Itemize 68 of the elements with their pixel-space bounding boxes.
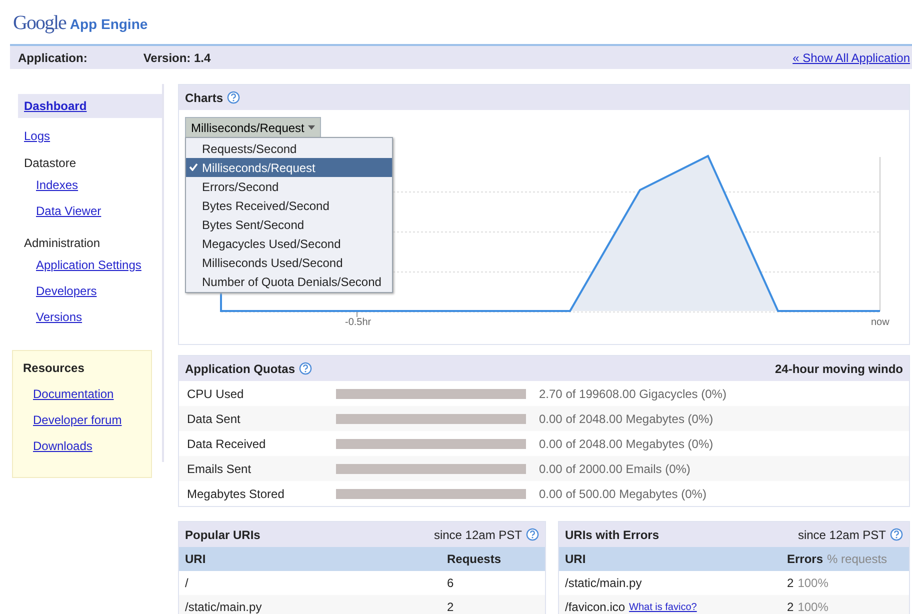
column-header: URI: [565, 551, 587, 568]
quota-name: CPU Used: [187, 386, 245, 402]
sidebar-link[interactable]: Dashboard: [18, 94, 162, 118]
table-cell-text: 6: [447, 575, 454, 592]
check-icon: [189, 163, 198, 171]
sidebar-heading: Administration: [24, 235, 102, 252]
column-header: Errors: [787, 551, 824, 568]
sidebar-heading: Datastore: [24, 155, 78, 172]
help-icon[interactable]: [890, 528, 903, 541]
table-cell-text: /favicon.ico: [565, 599, 626, 614]
sidebar-link[interactable]: Versions: [36, 308, 82, 326]
quota-reading: 2.70 of 199608.00 Gigacycles (0%): [539, 386, 726, 402]
quota-reading: 0.00 of 500.00 Megabytes (0%): [539, 486, 706, 502]
sidebar-link[interactable]: Developers: [36, 282, 97, 300]
caret-icon: [308, 125, 316, 130]
panel-title: Charts: [185, 90, 224, 106]
version-label: Version: 1.4: [143, 50, 211, 66]
quota-name: Megabytes Stored: [187, 486, 286, 502]
quota-name: Data Sent: [187, 410, 242, 428]
axis-label: -0.5hr: [345, 316, 372, 330]
resource-link[interactable]: Downloads: [33, 437, 92, 455]
table-cell-text: 100%: [798, 575, 828, 592]
show-all-applications-link[interactable]: « Show All Application: [792, 48, 910, 66]
resources-heading: Resources: [23, 360, 86, 377]
metric-dropdown[interactable]: Milliseconds/Request: [185, 117, 322, 139]
help-icon[interactable]: [526, 528, 539, 541]
sidebar-link[interactable]: Logs: [18, 124, 162, 148]
dropdown-option[interactable]: Number of Quota Denials/Second: [186, 272, 392, 291]
dropdown-option[interactable]: Errors/Second: [186, 177, 392, 196]
dropdown-option[interactable]: Requests/Second: [186, 139, 392, 158]
table-cell-text: /static/main.py: [565, 575, 642, 592]
logo-wordmark: Google: [13, 11, 66, 36]
panel-title: Popular URIs: [185, 526, 260, 544]
column-note: % requests: [827, 551, 888, 568]
resource-link[interactable]: Developer forum: [33, 411, 122, 429]
axis-label: now: [871, 316, 890, 330]
sidebar-link[interactable]: Data Viewer: [36, 202, 102, 220]
quota-reading: 0.00 of 2048.00 Megabytes (0%): [539, 410, 714, 428]
help-icon[interactable]: [299, 362, 312, 375]
dropdown-option[interactable]: Bytes Received/Second: [186, 196, 392, 215]
sidebar-link[interactable]: Application Settings: [36, 256, 142, 274]
window-label: 24-hour moving windo: [775, 360, 903, 378]
table-cell-text: 2: [787, 599, 794, 614]
help-link[interactable]: What is favico?: [629, 600, 697, 614]
sidebar-link[interactable]: Indexes: [36, 176, 78, 194]
since-label: since 12am PST: [434, 526, 522, 544]
table-cell-text: /: [185, 575, 188, 592]
since-label: since 12am PST: [798, 526, 886, 544]
dropdown-option[interactable]: Bytes Sent/Second: [186, 215, 392, 234]
application-label: Application:: [18, 50, 88, 66]
help-icon[interactable]: [227, 91, 240, 104]
table-cell-text: 2: [787, 575, 794, 592]
quota-name: Data Received: [187, 436, 267, 452]
dropdown-option[interactable]: Megacycles Used/Second: [186, 234, 392, 253]
table-cell-text: 100%: [798, 599, 828, 614]
quota-name: Emails Sent: [187, 460, 252, 478]
quota-reading: 0.00 of 2000.00 Emails (0%): [539, 460, 690, 478]
column-header: Requests: [447, 551, 502, 568]
table-cell-text: /static/main.py: [185, 599, 262, 614]
table-cell-text: 2: [447, 599, 454, 614]
column-header: URI: [185, 551, 207, 568]
panel-title: URIs with Errors: [565, 526, 660, 544]
resource-link[interactable]: Documentation: [33, 385, 114, 403]
dropdown-option[interactable]: Milliseconds/Request: [186, 158, 392, 177]
panel-title: Application Quotas: [185, 360, 296, 378]
dropdown-option[interactable]: Milliseconds Used/Second: [186, 253, 392, 272]
quota-reading: 0.00 of 2048.00 Megabytes (0%): [539, 436, 714, 452]
product-name: App Engine: [70, 15, 148, 34]
